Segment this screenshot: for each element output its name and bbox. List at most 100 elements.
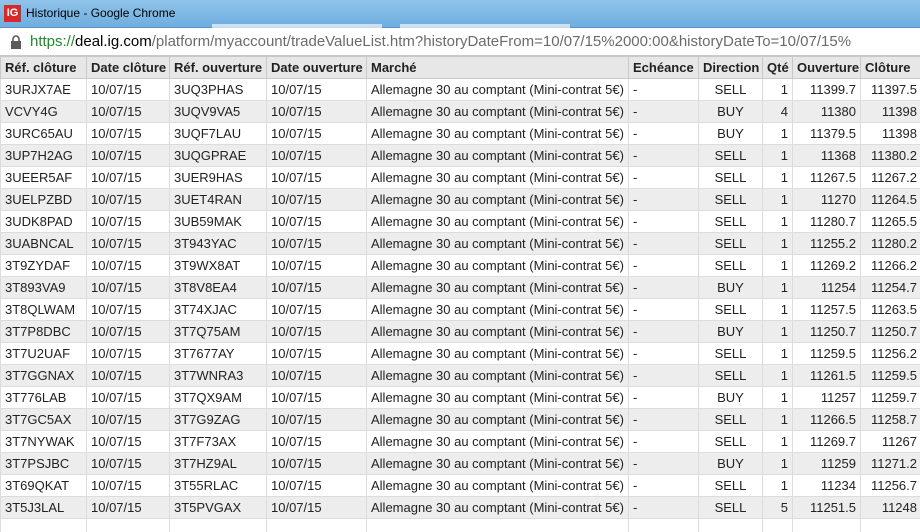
cell-qte: 1	[762, 298, 793, 321]
cell-direction: SELL	[698, 298, 763, 321]
cell-qte	[762, 518, 793, 532]
cell-marche: Allemagne 30 au comptant (Mini-contrat 5…	[366, 430, 629, 453]
column-header-date-cloture[interactable]: Date clôture	[86, 56, 170, 79]
cell-direction: SELL	[698, 144, 763, 167]
cell-date-ouverture: 10/07/15	[266, 188, 367, 211]
cell-echeance: -	[628, 100, 699, 123]
cell-marche: Allemagne 30 au comptant (Mini-contrat 5…	[366, 188, 629, 211]
window-titlebar: IG Historique - Google Chrome	[0, 0, 920, 28]
cell-cloture: 11250.7	[860, 320, 920, 343]
cell-date-ouverture: 10/07/15	[266, 166, 367, 189]
cell-echeance	[628, 518, 699, 532]
cell-ref-cloture: VCVY4G	[0, 100, 87, 123]
cell-cloture: 11397.5	[860, 78, 920, 101]
cell-marche: Allemagne 30 au comptant (Mini-contrat 5…	[366, 144, 629, 167]
cell-cloture: 11263.5	[860, 298, 920, 321]
cell-ouverture: 11257	[792, 386, 861, 409]
column-header-qte[interactable]: Qté	[762, 56, 793, 79]
cell-date-ouverture: 10/07/15	[266, 254, 367, 277]
table-row: 3T8QLWAM 10/07/15 3T74XJAC 10/07/15 Allemagn…	[0, 298, 920, 321]
cell-ref-ouverture: 3T7G9ZAG	[169, 408, 267, 431]
column-header-ouverture[interactable]: Ouverture	[792, 56, 861, 79]
cell-direction: SELL	[698, 474, 763, 497]
column-header-ref-cloture[interactable]: Réf. clôture	[0, 56, 87, 79]
cell-date-ouverture: 10/07/15	[266, 100, 367, 123]
cell-cloture: 11256.7	[860, 474, 920, 497]
cell-ref-ouverture: 3UQF7LAU	[169, 122, 267, 145]
cell-date-ouverture: 10/07/15	[266, 298, 367, 321]
cell-ouverture: 11254	[792, 276, 861, 299]
cell-date-cloture: 10/07/15	[86, 100, 170, 123]
cell-echeance: -	[628, 144, 699, 167]
cell-date-ouverture: 10/07/15	[266, 364, 367, 387]
cell-ref-ouverture: 3T7HZ9AL	[169, 452, 267, 475]
cell-date-cloture: 10/07/15	[86, 430, 170, 453]
cell-ouverture: 11259.5	[792, 342, 861, 365]
cell-ref-cloture: 3UABNCAL	[0, 232, 87, 255]
cell-ouverture: 11234	[792, 474, 861, 497]
cell-ref-cloture: 3T7U2UAF	[0, 342, 87, 365]
cell-ref-cloture: 3T7NYWAK	[0, 430, 87, 453]
cell-date-cloture: 10/07/15	[86, 452, 170, 475]
cell-date-ouverture: 10/07/15	[266, 144, 367, 167]
cell-ouverture: 11380	[792, 100, 861, 123]
cell-ref-cloture: 3T7PSJBC	[0, 452, 87, 475]
cell-echeance: -	[628, 320, 699, 343]
column-header-direction[interactable]: Direction	[698, 56, 763, 79]
cell-qte: 4	[762, 100, 793, 123]
ig-logo-icon: IG	[4, 5, 21, 22]
table-row: 3T7NYWAK 10/07/15 3T7F73AX 10/07/15 Allemagn…	[0, 430, 920, 453]
cell-echeance: -	[628, 364, 699, 387]
cell-ouverture: 11250.7	[792, 320, 861, 343]
cell-echeance: -	[628, 496, 699, 519]
cell-direction: BUY	[698, 276, 763, 299]
cell-ouverture: 11270	[792, 188, 861, 211]
cell-qte: 1	[762, 166, 793, 189]
address-bar[interactable]: https://deal.ig.com/platform/myaccount/t…	[0, 28, 920, 56]
cell-echeance: -	[628, 298, 699, 321]
cell-cloture: 11254.7	[860, 276, 920, 299]
cell-marche: Allemagne 30 au comptant (Mini-contrat 5…	[366, 276, 629, 299]
cell-date-cloture	[86, 518, 170, 532]
cell-marche: Allemagne 30 au comptant (Mini-contrat 5…	[366, 254, 629, 277]
cell-date-ouverture: 10/07/15	[266, 408, 367, 431]
column-header-marche[interactable]: Marché	[366, 56, 629, 79]
cell-ref-cloture: 3T776LAB	[0, 386, 87, 409]
cell-ref-ouverture: 3T8V8EA4	[169, 276, 267, 299]
cell-echeance: -	[628, 254, 699, 277]
cell-cloture: 11271.2	[860, 452, 920, 475]
cell-cloture: 11380.2	[860, 144, 920, 167]
column-header-cloture[interactable]: Clôture	[860, 56, 920, 79]
cell-cloture: 11398	[860, 122, 920, 145]
cell-echeance: -	[628, 232, 699, 255]
cell-ref-ouverture: 3T7F73AX	[169, 430, 267, 453]
cell-date-ouverture: 10/07/15	[266, 496, 367, 519]
cell-echeance: -	[628, 188, 699, 211]
cell-date-cloture: 10/07/15	[86, 298, 170, 321]
cell-marche: Allemagne 30 au comptant (Mini-contrat 5…	[366, 452, 629, 475]
cell-ouverture: 11368	[792, 144, 861, 167]
cell-ref-ouverture: 3UB59MAK	[169, 210, 267, 233]
cell-date-cloture: 10/07/15	[86, 496, 170, 519]
column-header-echeance[interactable]: Echéance	[628, 56, 699, 79]
cell-direction: SELL	[698, 188, 763, 211]
cell-direction: SELL	[698, 210, 763, 233]
cell-date-cloture: 10/07/15	[86, 320, 170, 343]
cell-direction: BUY	[698, 122, 763, 145]
cell-date-ouverture: 10/07/15	[266, 430, 367, 453]
table-row: 3T7PSJBC 10/07/15 3T7HZ9AL 10/07/15 Allemagn…	[0, 452, 920, 475]
cell-marche	[366, 518, 629, 532]
cell-date-cloture: 10/07/15	[86, 122, 170, 145]
cell-qte: 1	[762, 122, 793, 145]
column-header-date-ouverture[interactable]: Date ouverture	[266, 56, 367, 79]
table-row: 3T7GGNAX 10/07/15 3T7WNRA3 10/07/15 Allemagn…	[0, 364, 920, 387]
cell-ref-ouverture	[169, 518, 267, 532]
cell-date-ouverture: 10/07/15	[266, 122, 367, 145]
cell-date-ouverture: 10/07/15	[266, 276, 367, 299]
column-header-ref-ouverture[interactable]: Réf. ouverture	[169, 56, 267, 79]
cell-qte: 1	[762, 232, 793, 255]
cell-ref-cloture: 3T7GC5AX	[0, 408, 87, 431]
cell-marche: Allemagne 30 au comptant (Mini-contrat 5…	[366, 320, 629, 343]
cell-ref-cloture: 3UP7H2AG	[0, 144, 87, 167]
url-text[interactable]: https://deal.ig.com/platform/myaccount/t…	[30, 33, 851, 50]
